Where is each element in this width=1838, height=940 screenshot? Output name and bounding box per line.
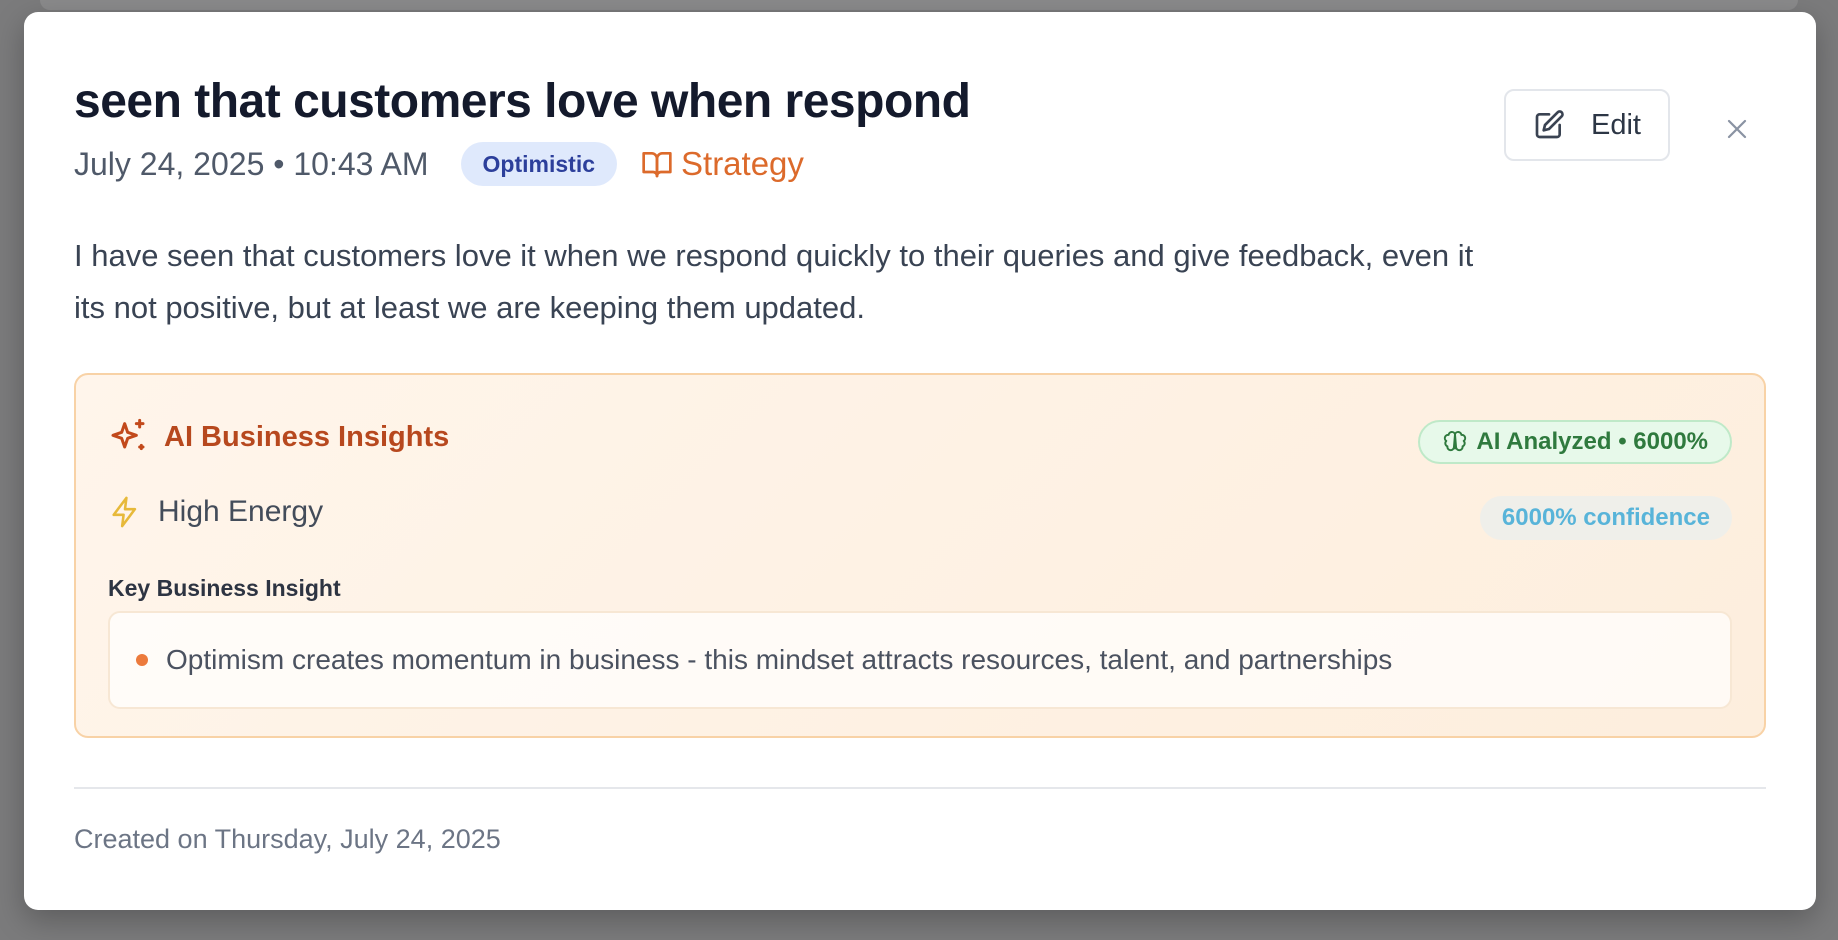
ai-insights-panel: AI Business Insights AI Analyzed • 6000%… <box>74 373 1766 738</box>
energy-label: High Energy <box>158 495 324 528</box>
book-open-icon <box>642 152 672 178</box>
tone-badge: Optimistic <box>460 142 618 186</box>
created-date: Created on Thursday, July 24, 2025 <box>74 824 501 854</box>
entry-title: seen that customers love when respond <box>74 75 971 128</box>
category-tag: Strategy <box>641 145 804 183</box>
close-button[interactable] <box>1720 112 1754 146</box>
edit-button-label: Edit <box>1591 108 1641 141</box>
entry-body: I have seen that customers love it when … <box>74 238 1474 325</box>
pencil-square-icon <box>1535 110 1564 139</box>
confidence-badge: 6000% confidence <box>1479 496 1732 540</box>
footer-divider <box>74 787 1766 789</box>
lightning-icon <box>112 496 137 528</box>
entry-date-time: July 24, 2025 • 10:43 AM <box>74 145 429 182</box>
brain-icon <box>1444 431 1467 452</box>
category-label: Strategy <box>681 145 804 182</box>
energy-level: High Energy <box>108 495 323 529</box>
background-card-edge <box>40 0 1798 10</box>
key-insight-item: Optimism creates momentum in business - … <box>108 611 1732 709</box>
ai-analyzed-label: AI Analyzed • 6000% <box>1476 428 1708 455</box>
edit-button[interactable]: Edit <box>1504 89 1670 161</box>
entry-meta: July 24, 2025 • 10:43 AM Optimistic Stra… <box>74 142 804 186</box>
ai-analyzed-badge: AI Analyzed • 6000% <box>1418 420 1732 464</box>
close-icon <box>1727 119 1747 139</box>
entry-detail-modal: seen that customers love when respond Ju… <box>24 12 1816 910</box>
key-insight-text: Optimism creates momentum in business - … <box>166 644 1393 675</box>
bullet-dot <box>136 654 148 666</box>
insights-header: AI Business Insights <box>108 417 449 457</box>
sparkles-icon <box>111 418 145 451</box>
key-insight-heading: Key Business Insight <box>108 575 341 601</box>
insights-title: AI Business Insights <box>164 420 450 453</box>
